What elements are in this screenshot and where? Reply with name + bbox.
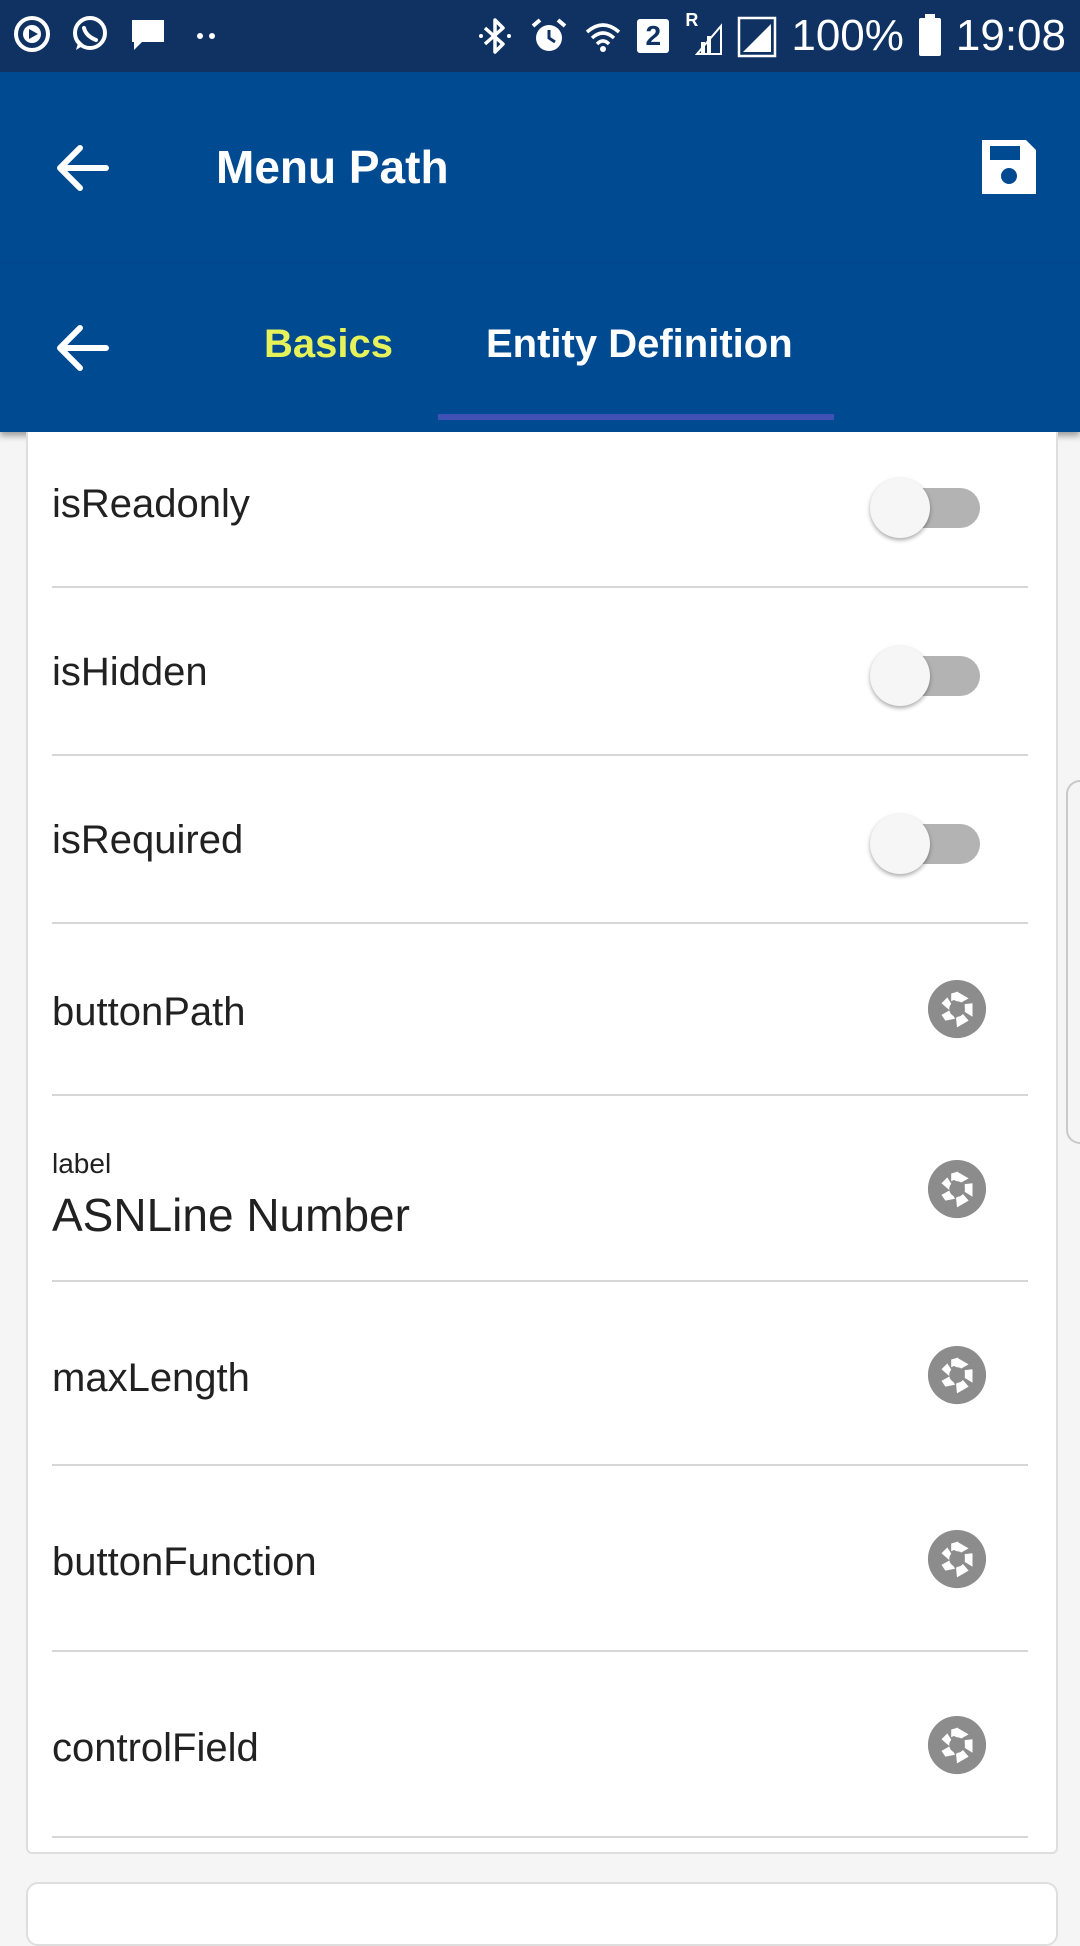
tab-basics[interactable]: Basics [264,322,393,367]
entity-definition-card: isReadonly isHidden isRequired buttonPat… [26,432,1058,1854]
field-label: label [52,1148,112,1179]
signal-full-icon [738,16,777,58]
toggle-thumb [870,478,930,538]
tab-entity-definition[interactable]: Entity Definition [486,322,793,367]
floppy-disk-icon[interactable] [978,136,1040,198]
field-label: maxLength [52,1356,250,1400]
clock: 19:08 [955,11,1066,60]
sim-badge: 2 [637,19,670,53]
field-label: isRequired [52,818,244,862]
roaming-signal: R [683,10,723,58]
isreadonly-toggle[interactable] [870,478,980,538]
aperture-icon[interactable] [926,978,988,1040]
aperture-icon[interactable] [926,1344,988,1406]
back-arrow-icon[interactable] [52,138,112,198]
field-row-isreadonly: isReadonly [52,432,1028,588]
field-row-label[interactable]: label ASNLine Number [52,1096,1028,1282]
whatsapp-icon [73,16,107,50]
field-label: isHidden [52,650,208,694]
field-row-isrequired: isRequired [52,756,1028,924]
signal-icon [695,23,723,55]
battery-icon [918,14,941,56]
side-panel-handle[interactable] [1066,780,1080,1144]
tab-back-arrow-icon[interactable] [52,318,112,378]
active-tab-indicator [438,414,834,420]
aperture-icon[interactable] [926,1158,988,1220]
field-row-ishidden: isHidden [52,588,1028,756]
field-label: buttonFunction [52,1540,317,1584]
field-label: controlField [52,1726,259,1770]
page-title: Menu Path [216,141,449,193]
field-row-maxlength[interactable]: maxLength [52,1282,1028,1466]
alarm-icon [532,18,567,51]
field-row-controlfield[interactable]: controlField [52,1652,1028,1838]
wifi-icon [586,23,621,52]
app-bar: Menu Path [0,72,1080,264]
message-icon [132,20,164,50]
more-dots-icon [197,33,215,39]
bluetooth-icon [479,18,512,54]
toggle-thumb [870,646,930,706]
field-label: isReadonly [52,482,250,526]
ishidden-toggle[interactable] [870,646,980,706]
status-bar: 2 R 100% 19:08 [0,0,1080,72]
field-label: buttonPath [52,990,246,1034]
play-circle-icon [14,16,50,52]
aperture-icon[interactable] [926,1528,988,1590]
battery-percent: 100% [791,11,904,60]
isrequired-toggle[interactable] [870,814,980,874]
toggle-thumb [870,814,930,874]
field-row-buttonfunction[interactable]: buttonFunction [52,1466,1028,1652]
field-value: ASNLine Number [52,1189,410,1241]
aperture-icon[interactable] [926,1714,988,1776]
field-row-buttonpath[interactable]: buttonPath [52,924,1028,1096]
next-card [26,1882,1058,1946]
tab-bar: Basics Entity Definition [0,264,1080,432]
